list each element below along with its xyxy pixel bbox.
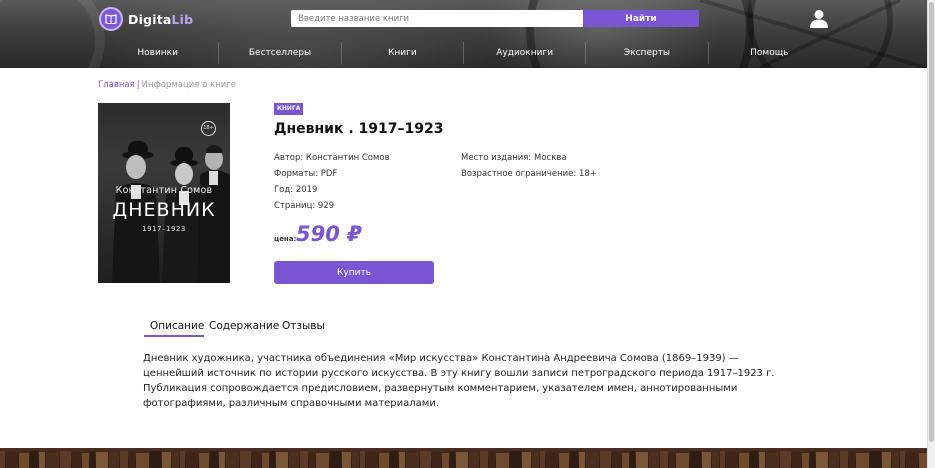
book-pages: Страниц: 929 bbox=[274, 201, 335, 211]
cover-title: ДНЕВНИК bbox=[112, 199, 216, 221]
user-account-icon[interactable] bbox=[809, 9, 829, 28]
tab-description[interactable]: Описание bbox=[150, 320, 204, 332]
search-button[interactable]: Найти bbox=[583, 10, 699, 27]
book-type-badge: КНИГА bbox=[274, 103, 304, 115]
book-title: Дневник . 1917–1923 bbox=[274, 121, 444, 137]
cover-author: Константин Сомов bbox=[115, 185, 213, 196]
site-header: DigitaLib Найти Новинки Бестселлеры Книг… bbox=[0, 0, 927, 68]
buy-button[interactable]: Купить bbox=[274, 261, 434, 284]
cover-years: 1917–1923 bbox=[142, 225, 186, 233]
breadcrumb: Главная | Информация о книге bbox=[98, 80, 236, 90]
site-logo[interactable]: DigitaLib bbox=[99, 7, 193, 31]
book-description: Дневник художника, участника объединения… bbox=[143, 353, 775, 409]
tab-contents[interactable]: Содержание bbox=[209, 320, 279, 332]
price-value: 590 ₽ bbox=[296, 222, 362, 246]
tab-reviews[interactable]: Отзывы bbox=[282, 320, 325, 332]
main-navigation: Новинки Бестселлеры Книги Аудиокниги Экс… bbox=[97, 42, 830, 64]
book-formats: Форматы: PDF bbox=[274, 169, 338, 179]
nav-item-audiobooks[interactable]: Аудиокниги bbox=[464, 42, 587, 64]
book-logo-icon bbox=[99, 7, 123, 31]
cover-age-rating: 18+ bbox=[201, 121, 216, 136]
nav-item-books[interactable]: Книги bbox=[342, 42, 464, 64]
nav-item-new[interactable]: Новинки bbox=[97, 42, 220, 64]
breadcrumb-home-link[interactable]: Главная bbox=[98, 80, 135, 90]
logo-text: DigitaLib bbox=[128, 11, 194, 27]
book-publication-place: Место издания: Москва bbox=[461, 153, 567, 163]
footer-bookshelf-decoration bbox=[0, 451, 927, 468]
breadcrumb-current: Информация о книге bbox=[141, 80, 236, 90]
scrollbar-thumb[interactable] bbox=[929, 2, 934, 442]
site-footer bbox=[0, 448, 927, 468]
nav-item-bestsellers[interactable]: Бестселлеры bbox=[219, 42, 342, 64]
active-tab-indicator bbox=[144, 335, 204, 337]
nav-item-help[interactable]: Помощь bbox=[709, 42, 830, 64]
nav-item-experts[interactable]: Эксперты bbox=[586, 42, 709, 64]
book-author: Автор: Константин Сомов bbox=[274, 153, 390, 163]
search-input[interactable] bbox=[291, 10, 583, 27]
book-year: Год: 2019 bbox=[274, 185, 318, 195]
book-age-restriction: Возрастное ограничение: 18+ bbox=[461, 169, 597, 179]
price-label: цена: bbox=[274, 235, 297, 243]
page-scrollbar[interactable] bbox=[927, 0, 935, 468]
breadcrumb-separator: | bbox=[136, 80, 140, 90]
book-cover-image: 18+ Константин Сомов ДНЕВНИК 1917–1923 bbox=[98, 103, 230, 283]
